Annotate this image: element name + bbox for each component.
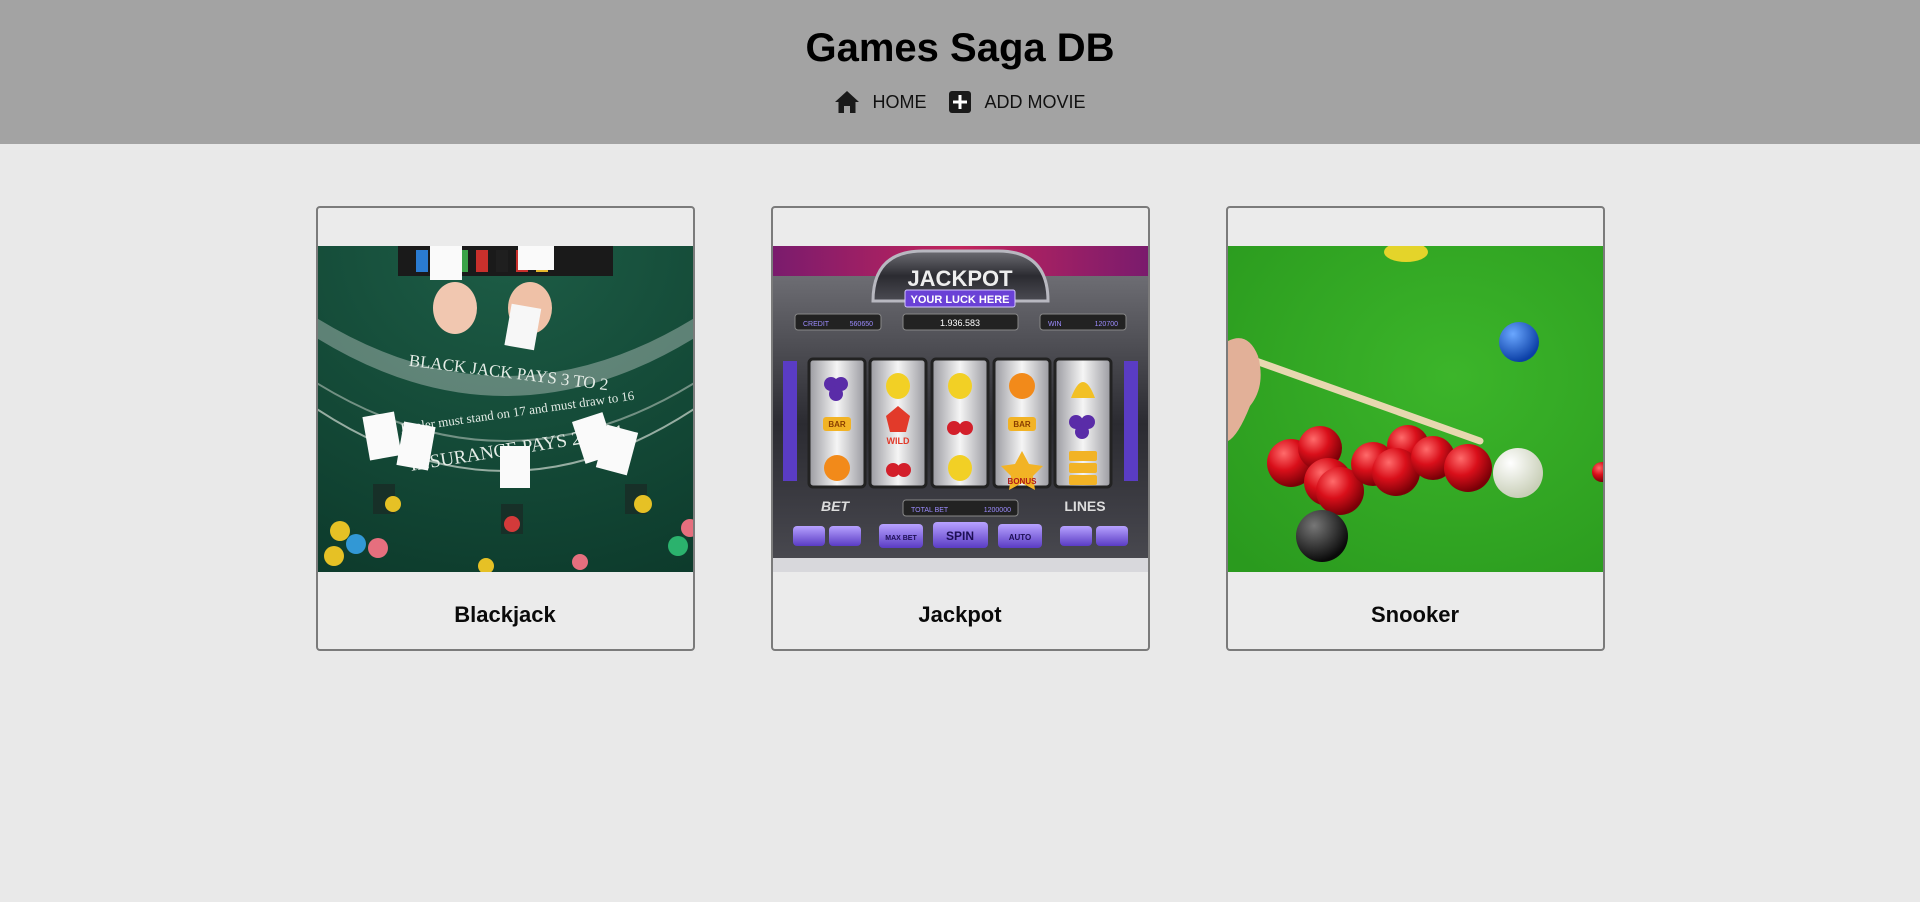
bet-label: BET	[821, 498, 850, 514]
main-nav: HOME ADD MOVIE	[0, 88, 1920, 116]
reel-bonus-label: BONUS	[1007, 477, 1037, 486]
game-card-snooker[interactable]: Snooker	[1225, 206, 1605, 651]
spin-label: SPIN	[945, 529, 973, 543]
nav-home-label: HOME	[872, 91, 927, 112]
game-card-title: Jackpot	[918, 602, 1002, 627]
site-header: Games Saga DB HOME ADD MOVIE	[0, 0, 1920, 144]
jackpot-value: 1.936.583	[939, 318, 979, 328]
game-card-jackpot[interactable]: JACKPOT YOUR LUCK HERE CREDIT 560650 1.9…	[770, 206, 1150, 651]
reel-wild-label: WILD	[886, 436, 909, 446]
snooker-table-image	[1227, 246, 1603, 572]
home-icon	[834, 90, 860, 114]
game-grid: BLACK JACK PAYS 3 TO 2 Dealer must stand…	[0, 144, 1920, 651]
win-value: 120700	[1094, 321, 1117, 328]
game-card-title: Snooker	[1370, 602, 1460, 627]
jackpot-title: JACKPOT	[907, 266, 1013, 291]
nav-home-link[interactable]: HOME	[834, 88, 926, 116]
page-title: Games Saga DB	[805, 26, 1115, 70]
reel-bar-label-2: BAR	[1013, 420, 1031, 429]
plus-square-icon	[948, 90, 972, 114]
nav-add-movie-link[interactable]: ADD MOVIE	[948, 88, 1086, 116]
jackpot-subtitle: YOUR LUCK HERE	[910, 294, 1009, 306]
win-label: WIN	[1048, 321, 1062, 328]
lines-label: LINES	[1064, 498, 1105, 514]
auto-label: AUTO	[1008, 533, 1031, 542]
credit-value: 560650	[849, 321, 872, 328]
game-card-blackjack[interactable]: BLACK JACK PAYS 3 TO 2 Dealer must stand…	[315, 206, 695, 651]
slot-machine-image: JACKPOT YOUR LUCK HERE CREDIT 560650 1.9…	[772, 246, 1148, 572]
nav-add-movie-label: ADD MOVIE	[984, 91, 1086, 112]
max-bet-label: MAX BET	[885, 535, 917, 542]
credit-label: CREDIT	[803, 321, 830, 328]
total-bet-label: TOTAL BET	[911, 507, 949, 514]
blackjack-table-image: BLACK JACK PAYS 3 TO 2 Dealer must stand…	[317, 246, 693, 572]
game-card-title: Blackjack	[454, 602, 556, 627]
reel-bar-label: BAR	[828, 420, 846, 429]
total-bet-value: 1200000	[983, 507, 1010, 514]
